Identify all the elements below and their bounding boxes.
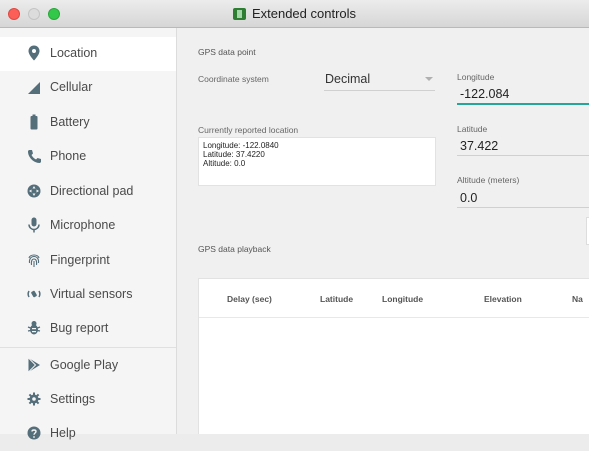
gear-icon bbox=[27, 392, 41, 406]
window-title: Extended controls bbox=[0, 6, 589, 21]
chevron-down-icon bbox=[425, 77, 433, 81]
sidebar-item-label: Directional pad bbox=[50, 184, 134, 198]
sidebar-item-phone[interactable]: Phone bbox=[0, 140, 176, 174]
gps-data-point-heading: GPS data point bbox=[198, 47, 256, 57]
longitude-field[interactable] bbox=[457, 85, 589, 105]
sidebar-item-label: Fingerprint bbox=[50, 253, 110, 267]
fingerprint-icon bbox=[28, 254, 40, 267]
column-header-name[interactable]: Na bbox=[572, 294, 583, 304]
sidebar-item-google-play[interactable]: Google Play bbox=[0, 349, 176, 383]
longitude-label: Longitude bbox=[457, 72, 495, 82]
title-bar: Extended controls bbox=[0, 0, 589, 28]
sidebar-item-label: Google Play bbox=[50, 358, 119, 372]
reported-longitude: Longitude: -122.0840 bbox=[203, 141, 279, 150]
column-header-latitude[interactable]: Latitude bbox=[320, 294, 353, 304]
gps-data-playback-heading: GPS data playback bbox=[198, 244, 271, 254]
currently-reported-location-label: Currently reported location bbox=[198, 125, 299, 135]
sidebar-item-virtual-sensors[interactable]: Virtual sensors bbox=[0, 278, 176, 312]
microphone-icon bbox=[28, 217, 40, 233]
column-header-delay[interactable]: Delay (sec) bbox=[227, 294, 272, 304]
google-play-icon bbox=[28, 357, 40, 373]
sidebar-item-label: Phone bbox=[50, 149, 87, 163]
reported-altitude: Altitude: 0.0 bbox=[203, 159, 246, 168]
dpad-icon bbox=[27, 184, 41, 198]
sidebar-item-fingerprint[interactable]: Fingerprint bbox=[0, 244, 176, 278]
sidebar-item-battery[interactable]: Battery bbox=[0, 106, 176, 140]
sidebar-item-label: Help bbox=[50, 426, 76, 440]
app-icon bbox=[232, 8, 246, 20]
table-header: Delay (sec) Latitude Longitude Elevation… bbox=[199, 279, 589, 318]
gps-playback-table: Delay (sec) Latitude Longitude Elevation… bbox=[198, 278, 589, 434]
battery-icon bbox=[30, 114, 38, 130]
reported-latitude: Latitude: 37.4220 bbox=[203, 150, 265, 159]
latitude-field[interactable] bbox=[457, 136, 589, 156]
location-pin-icon bbox=[28, 45, 40, 61]
bug-icon bbox=[27, 321, 41, 335]
sidebar-item-directional-pad[interactable]: Directional pad bbox=[0, 175, 176, 209]
rotate-sensor-icon bbox=[27, 290, 41, 298]
sidebar-item-microphone[interactable]: Microphone bbox=[0, 209, 176, 243]
sidebar-item-bug-report[interactable]: Bug report bbox=[0, 312, 176, 346]
reported-location-box: Longitude: -122.0840 Latitude: 37.4220 A… bbox=[198, 137, 436, 186]
sidebar-item-label: Cellular bbox=[50, 80, 93, 94]
location-panel: GPS data point Coordinate system Decimal… bbox=[177, 28, 589, 434]
sidebar-item-location[interactable]: Location bbox=[0, 37, 176, 71]
sidebar-item-help[interactable]: Help bbox=[0, 417, 176, 451]
sidebar: Location Cellular Battery Phone Directio… bbox=[0, 28, 177, 440]
altitude-field[interactable] bbox=[457, 188, 589, 208]
sidebar-item-label: Virtual sensors bbox=[50, 287, 133, 301]
sidebar-item-label: Bug report bbox=[50, 321, 109, 335]
coordinate-system-label: Coordinate system bbox=[198, 74, 269, 84]
sidebar-item-label: Settings bbox=[50, 392, 96, 406]
phone-icon bbox=[28, 150, 41, 163]
coordinate-system-select[interactable]: Decimal bbox=[324, 68, 435, 91]
coordinate-system-value: Decimal bbox=[325, 72, 371, 86]
sidebar-item-label: Battery bbox=[50, 115, 90, 129]
cellular-signal-icon bbox=[28, 82, 40, 94]
altitude-label: Altitude (meters) bbox=[457, 175, 520, 185]
help-icon bbox=[27, 426, 41, 440]
column-header-elevation[interactable]: Elevation bbox=[484, 294, 522, 304]
sidebar-item-settings[interactable]: Settings bbox=[0, 383, 176, 417]
latitude-label: Latitude bbox=[457, 124, 488, 134]
column-header-longitude[interactable]: Longitude bbox=[382, 294, 423, 304]
sidebar-item-label: Microphone bbox=[50, 218, 116, 232]
sidebar-divider bbox=[0, 347, 176, 348]
sidebar-item-label: Location bbox=[50, 46, 98, 60]
sidebar-item-cellular[interactable]: Cellular bbox=[0, 71, 176, 105]
